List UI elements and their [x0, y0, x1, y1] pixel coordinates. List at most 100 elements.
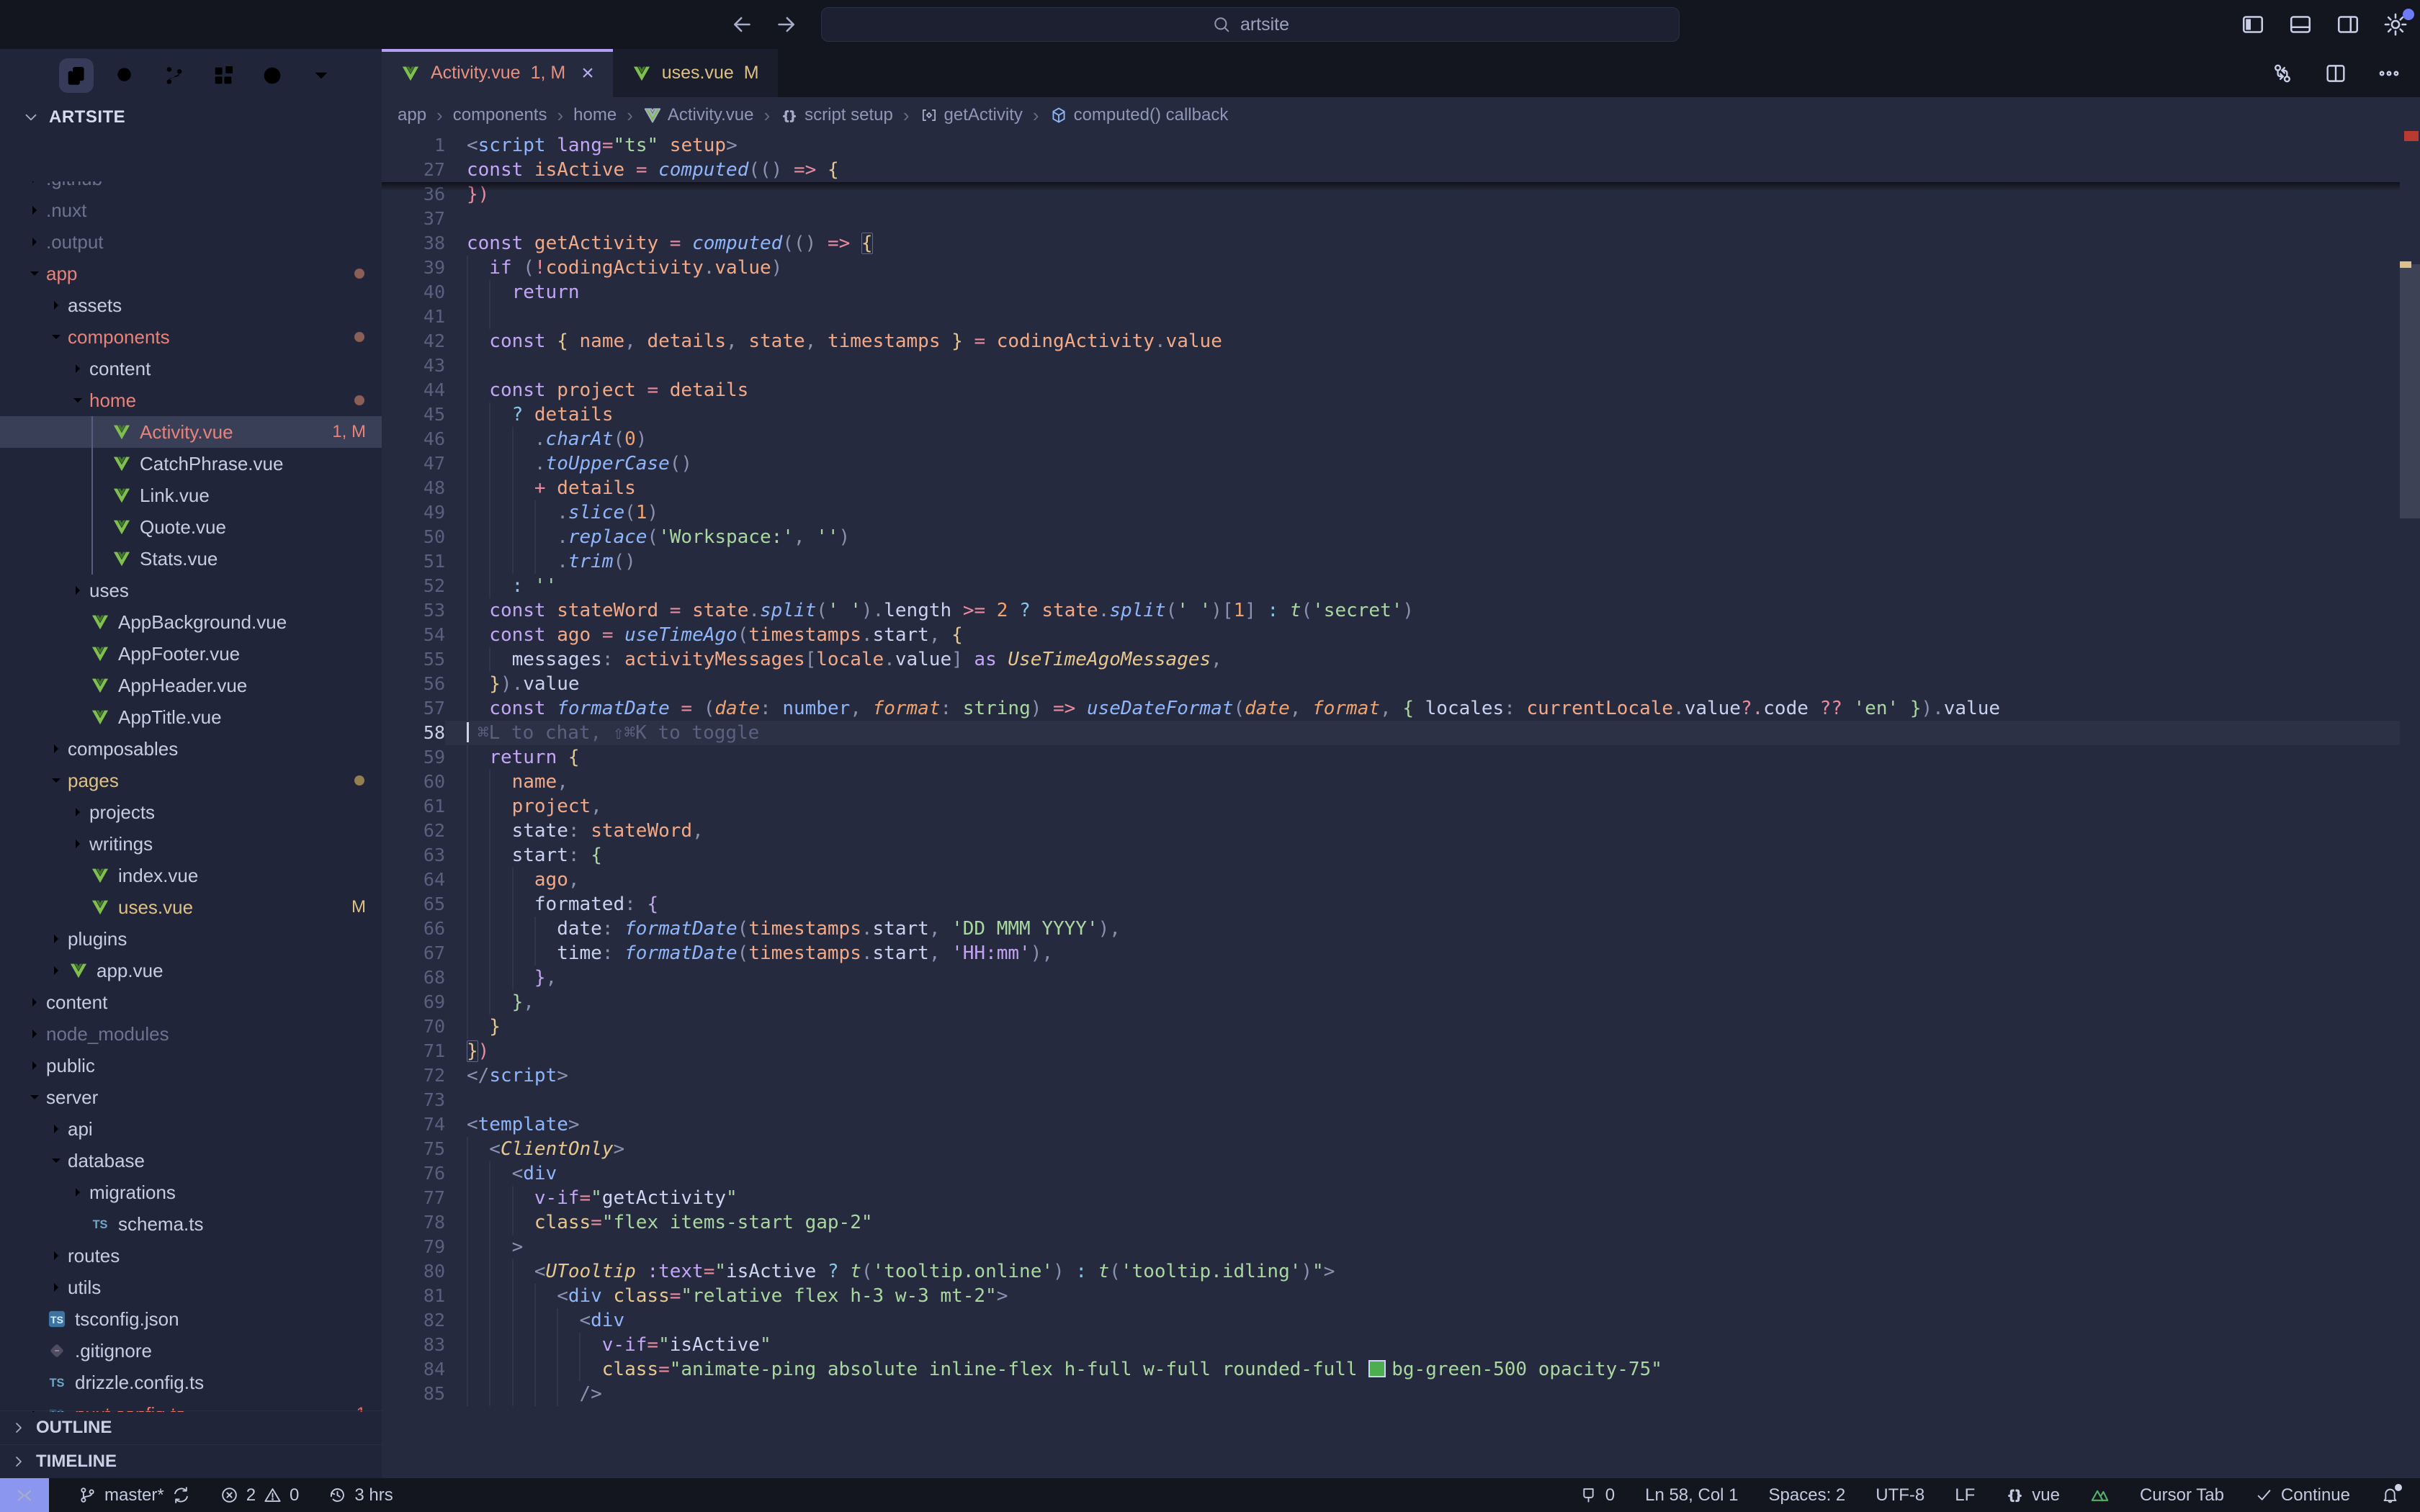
- tree-item-public[interactable]: public: [0, 1050, 382, 1081]
- tree-item-routes[interactable]: routes: [0, 1240, 382, 1272]
- code-line-67[interactable]: 67time: formatDate(timestamps.start, 'HH…: [382, 941, 2400, 966]
- history-back-icon[interactable]: [729, 12, 755, 37]
- code-line-69[interactable]: 69},: [382, 990, 2400, 1014]
- code-line-63[interactable]: 63start: {: [382, 843, 2400, 868]
- section-outline[interactable]: OUTLINE: [0, 1410, 382, 1444]
- code-line-60[interactable]: 60name,: [382, 770, 2400, 794]
- breadcrumb-item[interactable]: components: [453, 105, 547, 125]
- code-line-70[interactable]: 70}: [382, 1014, 2400, 1039]
- code-line-57[interactable]: 57const formatDate = (date: number, form…: [382, 696, 2400, 721]
- code-line-55[interactable]: 55messages: activityMessages[locale.valu…: [382, 647, 2400, 672]
- code-line-85[interactable]: 85/>: [382, 1382, 2400, 1406]
- breadcrumb-item[interactable]: Activity.vue: [643, 105, 754, 125]
- code-line-80[interactable]: 80<UTooltip :text="isActive ? t('tooltip…: [382, 1259, 2400, 1284]
- code-line-65[interactable]: 65formated: {: [382, 892, 2400, 917]
- code-line-1[interactable]: 1<script lang="ts" setup>: [382, 133, 2400, 158]
- status-git-branch[interactable]: master*: [78, 1485, 191, 1506]
- code-line-52[interactable]: 52: '': [382, 574, 2400, 598]
- status-ports[interactable]: 0: [1579, 1485, 1615, 1506]
- tree-item-schema.ts[interactable]: TSschema.ts: [0, 1208, 382, 1240]
- activity-explorer[interactable]: [59, 58, 94, 93]
- status-cursor-position[interactable]: Ln 58, Col 1: [1645, 1485, 1738, 1506]
- code-line-66[interactable]: 66date: formatDate(timestamps.start, 'DD…: [382, 917, 2400, 941]
- code-line-73[interactable]: 73: [382, 1088, 2400, 1112]
- tree-item-assets[interactable]: assets: [0, 289, 382, 321]
- tree-item-content[interactable]: content: [0, 353, 382, 384]
- tree-item-content[interactable]: content: [0, 986, 382, 1018]
- code-line-64[interactable]: 64ago,: [382, 868, 2400, 892]
- code-line-45[interactable]: 45? details: [382, 402, 2400, 427]
- activity-ai-plugin[interactable]: [255, 58, 290, 93]
- breadcrumb-item[interactable]: getActivity: [920, 105, 1023, 125]
- code-line-44[interactable]: 44const project = details: [382, 378, 2400, 402]
- code-line-43[interactable]: 43: [382, 354, 2400, 378]
- tree-item-projects[interactable]: projects: [0, 796, 382, 828]
- settings-icon[interactable]: [2383, 12, 2408, 37]
- tree-item-server[interactable]: server: [0, 1081, 382, 1113]
- tree-item-AppFooter.vue[interactable]: AppFooter.vue: [0, 638, 382, 670]
- code-line-81[interactable]: 81<div class="relative flex h-3 w-3 mt-2…: [382, 1284, 2400, 1308]
- code-line-47[interactable]: 47.toUpperCase(): [382, 451, 2400, 476]
- activity-source-control[interactable]: [157, 58, 192, 93]
- status-encoding[interactable]: UTF-8: [1876, 1485, 1924, 1506]
- tree-item-plugins[interactable]: plugins: [0, 923, 382, 955]
- tree-item-.nuxt[interactable]: .nuxt: [0, 194, 382, 226]
- split-editor-icon[interactable]: [2323, 61, 2348, 86]
- code-editor[interactable]: 1<script lang="ts" setup>27const isActiv…: [382, 133, 2400, 1478]
- activity-search[interactable]: [108, 58, 143, 93]
- tree-item-AppBackground.vue[interactable]: AppBackground.vue: [0, 606, 382, 638]
- code-line-58[interactable]: 58⌘L to chat, ⇧⌘K to toggle: [382, 721, 2400, 745]
- status-problems[interactable]: 20: [220, 1485, 300, 1506]
- breadcrumb-item[interactable]: {}script setup: [780, 105, 893, 125]
- status-remote[interactable]: [0, 1478, 49, 1512]
- code-line-51[interactable]: 51.trim(): [382, 549, 2400, 574]
- code-line-46[interactable]: 46.charAt(0): [382, 427, 2400, 451]
- tree-item-.github[interactable]: .github: [0, 181, 382, 194]
- code-line-37[interactable]: 37: [382, 207, 2400, 231]
- status-cursor-tab[interactable]: Cursor Tab: [2140, 1485, 2224, 1506]
- tree-item-api[interactable]: api: [0, 1113, 382, 1145]
- status-language-mode[interactable]: {}vue: [2005, 1485, 2060, 1506]
- code-line-38[interactable]: 38const getActivity = computed(() => {: [382, 231, 2400, 256]
- activity-extensions[interactable]: [206, 58, 241, 93]
- tree-item-AppHeader.vue[interactable]: AppHeader.vue: [0, 670, 382, 701]
- activity-more-views[interactable]: [304, 58, 339, 93]
- close-icon[interactable]: ×: [581, 61, 594, 86]
- code-line-53[interactable]: 53const stateWord = state.split(' ').len…: [382, 598, 2400, 623]
- tree-item-AppTitle.vue[interactable]: AppTitle.vue: [0, 701, 382, 733]
- more-actions-icon[interactable]: [2377, 61, 2401, 86]
- tab-Activity.vue[interactable]: Activity.vue1, M×: [382, 49, 613, 97]
- compare-changes-icon[interactable]: [2270, 61, 2295, 86]
- status-eol[interactable]: LF: [1955, 1485, 1975, 1506]
- tree-item-Stats.vue[interactable]: Stats.vue: [0, 543, 382, 575]
- toggle-panel-icon[interactable]: [2287, 12, 2313, 37]
- code-line-39[interactable]: 39if (!codingActivity.value): [382, 256, 2400, 280]
- tree-item-app[interactable]: app: [0, 258, 382, 289]
- code-line-59[interactable]: 59return {: [382, 745, 2400, 770]
- status-indentation[interactable]: Spaces: 2: [1769, 1485, 1846, 1506]
- explorer-header[interactable]: ARTSITE: [0, 102, 382, 132]
- tree-item-Quote.vue[interactable]: Quote.vue: [0, 511, 382, 543]
- tree-item-database[interactable]: database: [0, 1145, 382, 1176]
- code-line-74[interactable]: 74<template>: [382, 1112, 2400, 1137]
- code-line-75[interactable]: 75<ClientOnly>: [382, 1137, 2400, 1161]
- code-line-49[interactable]: 49.slice(1): [382, 500, 2400, 525]
- tree-item-composables[interactable]: composables: [0, 733, 382, 765]
- code-line-71[interactable]: 71}): [382, 1039, 2400, 1063]
- code-line-61[interactable]: 61project,: [382, 794, 2400, 819]
- code-line-48[interactable]: 48+ details: [382, 476, 2400, 500]
- status-vue-extension[interactable]: [2090, 1485, 2110, 1505]
- tree-item-uses[interactable]: uses: [0, 575, 382, 606]
- tree-item-migrations[interactable]: migrations: [0, 1176, 382, 1208]
- code-line-68[interactable]: 68},: [382, 966, 2400, 990]
- tree-item-drizzle.config.ts[interactable]: TSdrizzle.config.ts: [0, 1367, 382, 1398]
- code-line-72[interactable]: 72</script>: [382, 1063, 2400, 1088]
- tree-item-.output[interactable]: .output: [0, 226, 382, 258]
- section-timeline[interactable]: TIMELINE: [0, 1444, 382, 1478]
- code-line-83[interactable]: 83v-if="isActive": [382, 1333, 2400, 1357]
- code-line-82[interactable]: 82<div: [382, 1308, 2400, 1333]
- tree-item-writings[interactable]: writings: [0, 828, 382, 860]
- code-line-79[interactable]: 79>: [382, 1235, 2400, 1259]
- editor-scrollbar[interactable]: [2400, 49, 2420, 1478]
- tree-item-CatchPhrase.vue[interactable]: CatchPhrase.vue: [0, 448, 382, 480]
